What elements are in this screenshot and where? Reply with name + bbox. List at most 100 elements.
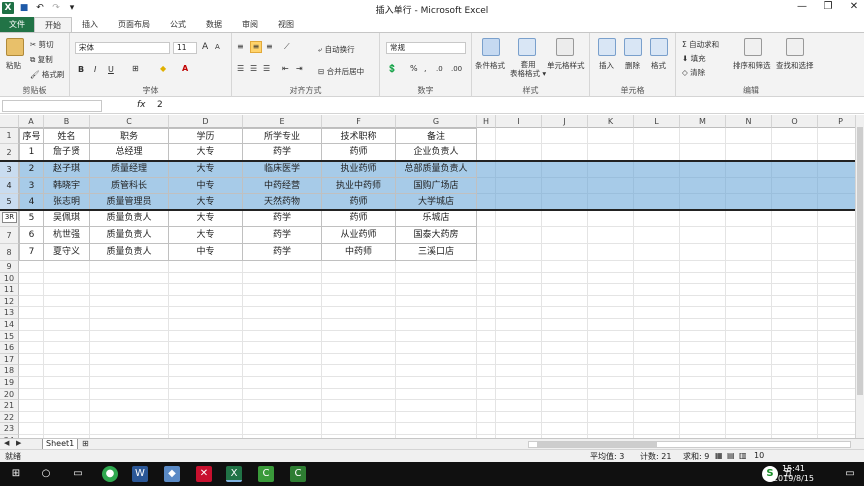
header-cell[interactable]: 序号 [19,128,44,144]
cell-styles-label[interactable]: 单元格样式 [547,60,585,71]
clear-button[interactable]: ◇ 清除 [682,67,705,78]
column-header[interactable]: C [90,115,169,128]
align-top-icon[interactable]: ≡ [237,42,244,51]
row-header[interactable]: 2 [0,144,19,161]
column-header[interactable]: D [169,115,243,128]
row-header[interactable]: 23 [0,423,19,435]
table-cell[interactable]: 7 [19,244,44,261]
increase-decimal-icon[interactable]: .0 [436,65,443,73]
comma-button[interactable]: , [424,64,427,73]
insert-function-icon[interactable]: fx [137,100,146,110]
table-cell[interactable]: 临床医学 [243,161,322,178]
table-cell[interactable]: 大专 [169,210,243,227]
table-cell[interactable]: 药师 [322,194,396,210]
header-cell[interactable]: 所学专业 [243,128,322,144]
percent-button[interactable]: % [410,64,418,73]
close-button[interactable]: ✕ [848,1,860,12]
tab-view[interactable]: 视图 [268,17,304,32]
tab-data[interactable]: 数据 [196,17,232,32]
table-cell[interactable]: 3 [19,178,44,194]
row-header[interactable]: 18 [0,365,19,377]
header-cell[interactable]: 学历 [169,128,243,144]
sort-filter-label[interactable]: 排序和筛选 [733,60,771,71]
table-cell[interactable]: 中药经营 [243,178,322,194]
table-cell[interactable]: 5 [19,210,44,227]
align-bottom-icon[interactable]: ≡ [266,42,273,51]
wrap-text-button[interactable]: ⤶ 自动换行 [318,44,355,55]
table-cell[interactable]: 总部质量负责人 [396,161,477,178]
vertical-scrollbar[interactable] [855,115,864,438]
find-select-label[interactable]: 查找和选择 [776,60,814,71]
table-cell[interactable]: 质量负责人 [90,227,169,244]
row-header[interactable]: 12 [0,295,19,308]
delete-cells-icon[interactable] [624,38,642,56]
table-cell[interactable]: 质量管理员 [90,194,169,210]
find-select-icon[interactable] [786,38,804,56]
align-center-icon[interactable]: ☰ [250,64,257,73]
italic-button[interactable]: I [94,65,96,74]
sort-filter-icon[interactable] [744,38,762,56]
column-header[interactable]: F [322,115,396,128]
camtasia-recorder-icon[interactable]: C [290,466,306,482]
format-cells-icon[interactable] [650,38,668,56]
header-cell[interactable]: 姓名 [44,128,90,144]
table-cell[interactable]: 从业药师 [322,227,396,244]
sheet-nav-first-icon[interactable]: ◀ [4,439,9,447]
fill-color-icon[interactable]: ◆ [160,64,166,73]
column-header[interactable]: A [19,115,44,128]
row-header[interactable]: 4 [0,178,19,194]
header-cell[interactable]: 技术职称 [322,128,396,144]
page-layout-view-icon[interactable]: ▤ [727,451,735,460]
page-break-view-icon[interactable]: ▥ [739,451,747,460]
horizontal-scroll-thumb[interactable] [537,442,657,447]
row-header[interactable]: 17 [0,353,19,366]
table-cell[interactable]: 2 [19,161,44,178]
column-header[interactable]: G [396,115,477,128]
underline-button[interactable]: U [108,65,114,74]
table-cell[interactable]: 大专 [169,161,243,178]
zoom-level[interactable]: 10 [754,451,764,460]
task-view-icon[interactable]: ▭ [70,466,86,482]
table-cell[interactable]: 药学 [243,244,322,261]
decrease-decimal-icon[interactable]: .00 [451,65,462,73]
fill-button[interactable]: ⬇ 填充 [682,53,706,64]
align-middle-icon[interactable]: ≡ [250,41,262,53]
horizontal-scrollbar[interactable] [528,441,851,448]
autosum-button[interactable]: Σ 自动求和 [682,39,719,50]
select-all-corner[interactable] [0,115,19,128]
table-cell[interactable]: 吴佩琪 [44,210,90,227]
tab-formulas[interactable]: 公式 [160,17,196,32]
table-cell[interactable]: 国泰大药房 [396,227,477,244]
column-header[interactable]: P [818,115,855,128]
table-cell[interactable]: 质量经理 [90,161,169,178]
table-cell[interactable]: 国购广场店 [396,178,477,194]
table-cell[interactable]: 韩晓宇 [44,178,90,194]
cell-styles-icon[interactable] [556,38,574,56]
row-header[interactable]: 15 [0,330,19,343]
taskbar-clock[interactable]: 15:41 2019/8/15 [773,464,814,484]
align-left-icon[interactable]: ☰ [237,64,244,73]
format-painter-button[interactable]: 🖌 格式刷 [30,69,64,80]
table-cell[interactable]: 执业中药师 [322,178,396,194]
table-cell[interactable]: 企业负责人 [396,144,477,161]
cut-button[interactable]: ✂ 剪切 [30,39,54,50]
table-cell[interactable]: 4 [19,194,44,210]
table-cell[interactable]: 詹子贤 [44,144,90,161]
minimize-button[interactable]: — [796,1,808,12]
column-header[interactable]: B [44,115,90,128]
merge-center-button[interactable]: ⊟ 合并后居中 [318,66,364,77]
table-cell[interactable]: 天然药物 [243,194,322,210]
table-cell[interactable]: 杭世强 [44,227,90,244]
word-icon[interactable]: W [132,466,148,482]
shrink-font-button[interactable]: A [215,43,220,51]
table-cell[interactable]: 质量负责人 [90,244,169,261]
column-header[interactable]: J [542,115,588,128]
row-header[interactable]: 20 [0,388,19,401]
font-name-select[interactable]: 宋体 [75,42,170,54]
table-cell[interactable]: 中专 [169,244,243,261]
row-header[interactable]: 14 [0,319,19,331]
search-icon[interactable]: ○ [38,466,54,482]
column-header[interactable]: O [772,115,818,128]
paste-label[interactable]: 粘贴 [6,60,21,71]
column-header[interactable]: H [477,115,496,128]
